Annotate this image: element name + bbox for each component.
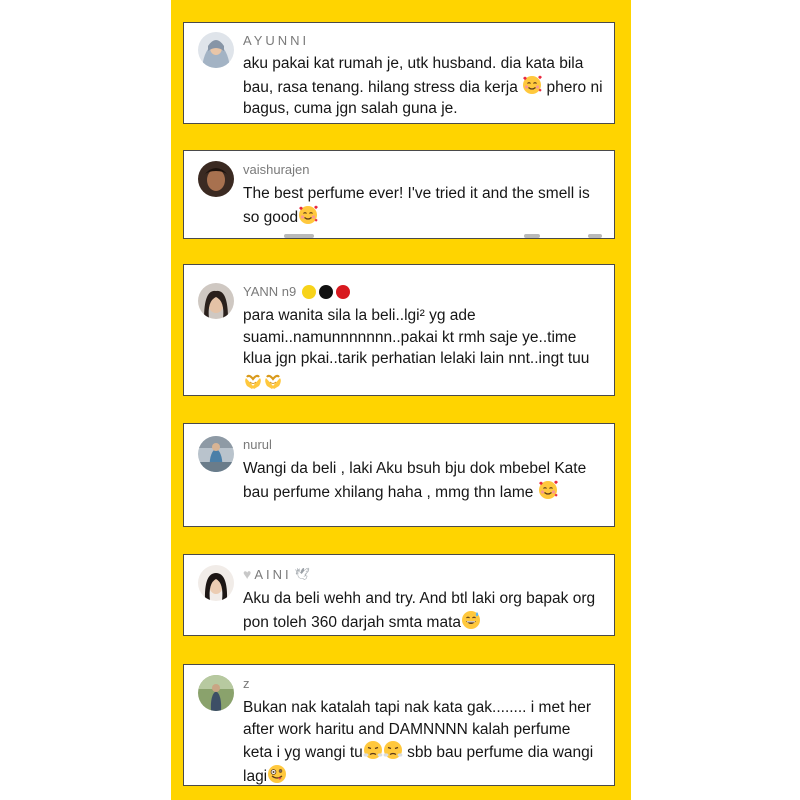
steam-from-nose-icon: [382, 740, 403, 760]
comment-card: z Bukan nak katalah tapi nak kata gak...…: [183, 664, 615, 786]
cut-off-action-row: [588, 234, 602, 238]
avatar[interactable]: [198, 565, 234, 601]
smiling-face-with-hearts-icon: [522, 74, 543, 95]
smiling-face-with-hearts-icon: [538, 479, 558, 500]
comment-card: AYUNNI aku pakai kat rumah je, utk husba…: [183, 22, 615, 124]
avatar[interactable]: [198, 675, 234, 711]
username[interactable]: z: [243, 676, 250, 691]
comment-text: Aku da beli wehh and try. And btl laki o…: [243, 590, 596, 631]
comment-card: nurul Wangi da beli , laki Aku bsuh bju …: [183, 423, 615, 527]
comment-text: Wangi da beli , laki Aku bsuh bju dok mb…: [243, 460, 587, 501]
cut-off-action-row: [524, 234, 540, 238]
steam-from-nose-icon: [362, 740, 383, 760]
comment-text: aku pakai kat rumah je, utk husband. dia…: [243, 55, 603, 117]
comment-card: vaishurajen The best perfume ever! I've …: [183, 150, 615, 239]
red-circle-icon: [336, 284, 351, 299]
heart-hands-icon: [264, 374, 282, 390]
zany-face-icon: [267, 763, 287, 784]
smiling-face-with-hearts-icon: [298, 204, 319, 225]
avatar[interactable]: [198, 32, 234, 68]
avatar[interactable]: [198, 161, 234, 197]
dove-icon: 🕊: [294, 567, 310, 581]
white-heart-icon: ♥: [243, 566, 252, 582]
comment-text: para wanita sila la beli..lgi² yg ade su…: [243, 305, 603, 393]
yellow-circle-icon: [302, 284, 317, 299]
avatar[interactable]: [198, 436, 234, 472]
username[interactable]: YANN n9: [243, 284, 351, 299]
username[interactable]: ♥ AINI 🕊: [243, 566, 310, 582]
comment-text: The best perfume ever! I've tried it and…: [243, 185, 590, 226]
cut-off-action-row: [284, 234, 314, 238]
comment-card: YANN n9 para wanita sila la beli..lgi² y…: [183, 264, 615, 396]
heart-hands-icon: [244, 374, 262, 390]
comment-card: ♥ AINI 🕊 Aku da beli wehh and try. And b…: [183, 554, 615, 636]
black-circle-icon: [319, 284, 334, 299]
grinning-sweat-icon: [461, 609, 481, 630]
comment-text: Bukan nak katalah tapi nak kata gak.....…: [243, 699, 594, 785]
username[interactable]: vaishurajen: [243, 162, 310, 177]
username[interactable]: nurul: [243, 437, 272, 452]
avatar[interactable]: [198, 283, 234, 319]
username[interactable]: AYUNNI: [243, 33, 309, 48]
